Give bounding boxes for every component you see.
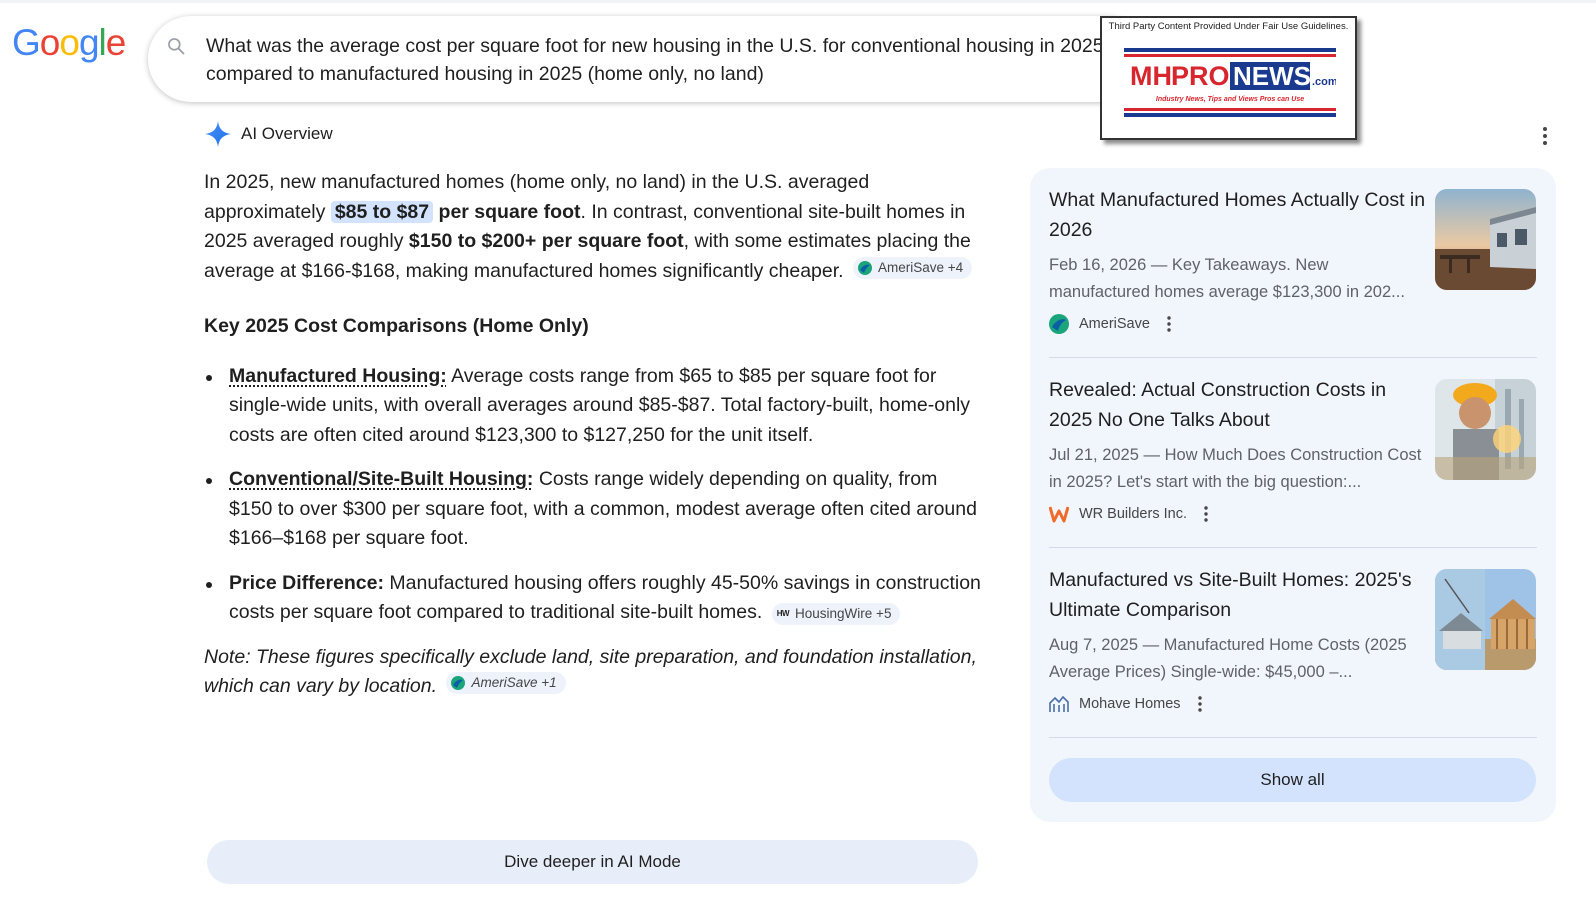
term-price-difference: Price Difference: (229, 571, 384, 594)
section-heading: Key 2025 Cost Comparisons (Home Only) (204, 315, 589, 337)
amerisave-icon (451, 676, 466, 690)
source-chip-amerisave[interactable]: AmeriSave +4 (852, 256, 973, 279)
gemini-spark-icon (205, 121, 231, 147)
source-attribution: WR Builders Inc. (1049, 504, 1209, 524)
top-border (0, 0, 1596, 3)
housingwire-icon: HW (776, 609, 790, 618)
google-logo[interactable]: Google (12, 22, 127, 64)
wr-builders-icon (1049, 506, 1069, 523)
source-card-title[interactable]: What Manufactured Homes Actually Cost in… (1049, 186, 1429, 245)
source-name: AmeriSave (1079, 316, 1150, 332)
brand-tagline: Industry News, Tips and Views Pros can U… (1156, 96, 1304, 103)
logo-letter: o (59, 22, 80, 63)
list-item: Manufactured Housing: Average costs rang… (204, 362, 984, 451)
source-name: WR Builders Inc. (1079, 506, 1187, 522)
source-attribution: Mohave Homes (1049, 694, 1203, 714)
source-chip-housingwire[interactable]: HW HousingWire +5 (771, 603, 901, 625)
source-card[interactable]: Revealed: Actual Construction Costs in 2… (1049, 358, 1537, 533)
source-card[interactable]: Manufactured vs Site-Built Homes: 2025's… (1049, 548, 1537, 723)
search-input[interactable]: What was the average cost per square foo… (206, 32, 1106, 88)
source-card-snippet: Feb 16, 2026 — Key Takeaways. New manufa… (1049, 256, 1405, 301)
chip-label: AmeriSave +1 (471, 675, 557, 690)
note-text: Note: These figures specifically exclude… (204, 645, 977, 698)
search-box[interactable]: What was the average cost per square foo… (148, 16, 1148, 102)
source-name: Mohave Homes (1079, 696, 1181, 712)
brand-pro: PRO (1171, 61, 1230, 91)
logo-letter: G (12, 22, 41, 63)
ai-overview-header: AI Overview (204, 120, 333, 148)
logo-letter: e (105, 22, 127, 63)
mhpronews-watermark: Third Party Content Provided Under Fair … (1100, 16, 1357, 140)
source-chip-amerisave-note[interactable]: AmeriSave +1 (446, 672, 566, 694)
show-all-button[interactable]: Show all (1049, 758, 1536, 802)
note-paragraph: Note: These figures specifically exclude… (204, 643, 984, 702)
thumbnail-site-built-home[interactable] (1435, 569, 1536, 670)
brand-news: NEWS (1233, 61, 1311, 91)
logo-letter: g (78, 22, 100, 63)
search-icon[interactable] (166, 36, 186, 56)
source-menu-icon[interactable] (1197, 695, 1203, 713)
sources-panel: What Manufactured Homes Actually Cost in… (1030, 168, 1556, 822)
source-card[interactable]: What Manufactured Homes Actually Cost in… (1049, 168, 1537, 343)
term-site-built[interactable]: Conventional/Site-Built Housing: (229, 468, 533, 490)
source-menu-icon[interactable] (1166, 315, 1172, 333)
amerisave-icon (857, 260, 872, 275)
source-card-snippet: Aug 7, 2025 — Manufactured Home Costs (2… (1049, 636, 1407, 681)
highlight-price: $85 to $87 (330, 200, 434, 223)
source-card-title[interactable]: Revealed: Actual Construction Costs in 2… (1049, 376, 1429, 435)
chip-label: HousingWire +5 (795, 606, 892, 621)
amerisave-icon (1049, 314, 1069, 334)
chip-label: AmeriSave +4 (877, 259, 964, 275)
card-divider (1049, 737, 1537, 738)
mohave-homes-icon (1049, 695, 1069, 712)
watermark-caption: Third Party Content Provided Under Fair … (1108, 21, 1349, 32)
thumbnail-construction-worker[interactable] (1435, 379, 1536, 480)
ai-overview-title: AI Overview (241, 124, 333, 143)
term-manufactured[interactable]: Manufactured Housing: (229, 365, 447, 387)
ai-overview-body: In 2025, new manufactured homes (home on… (204, 168, 984, 702)
more-options-icon[interactable] (1535, 124, 1555, 148)
logo-letter: l (98, 22, 107, 63)
list-item: Price Difference: Manufactured housing o… (204, 569, 984, 628)
brand-mh: MH (1130, 61, 1172, 91)
source-menu-icon[interactable] (1203, 505, 1209, 523)
intro-bold-2: $150 to $200+ per square foot (408, 230, 684, 252)
thumbnail-manufactured-home[interactable] (1435, 189, 1536, 290)
logo-letter: o (39, 22, 61, 63)
brand-com: .com (1312, 76, 1336, 88)
list-item: Conventional/Site-Built Housing: Costs r… (204, 465, 984, 554)
dive-deeper-button[interactable]: Dive deeper in AI Mode (207, 840, 978, 884)
mhpronews-logo: MH PRO NEWS .com Industry News, Tips and… (1124, 48, 1336, 117)
source-attribution: AmeriSave (1049, 314, 1172, 334)
source-card-snippet: Jul 21, 2025 — How Much Does Constructio… (1049, 446, 1422, 491)
intro-bold-1: per square foot (433, 200, 581, 223)
comparison-list: Manufactured Housing: Average costs rang… (204, 362, 984, 628)
source-card-title[interactable]: Manufactured vs Site-Built Homes: 2025's… (1049, 566, 1429, 625)
intro-paragraph: In 2025, new manufactured homes (home on… (204, 168, 984, 286)
